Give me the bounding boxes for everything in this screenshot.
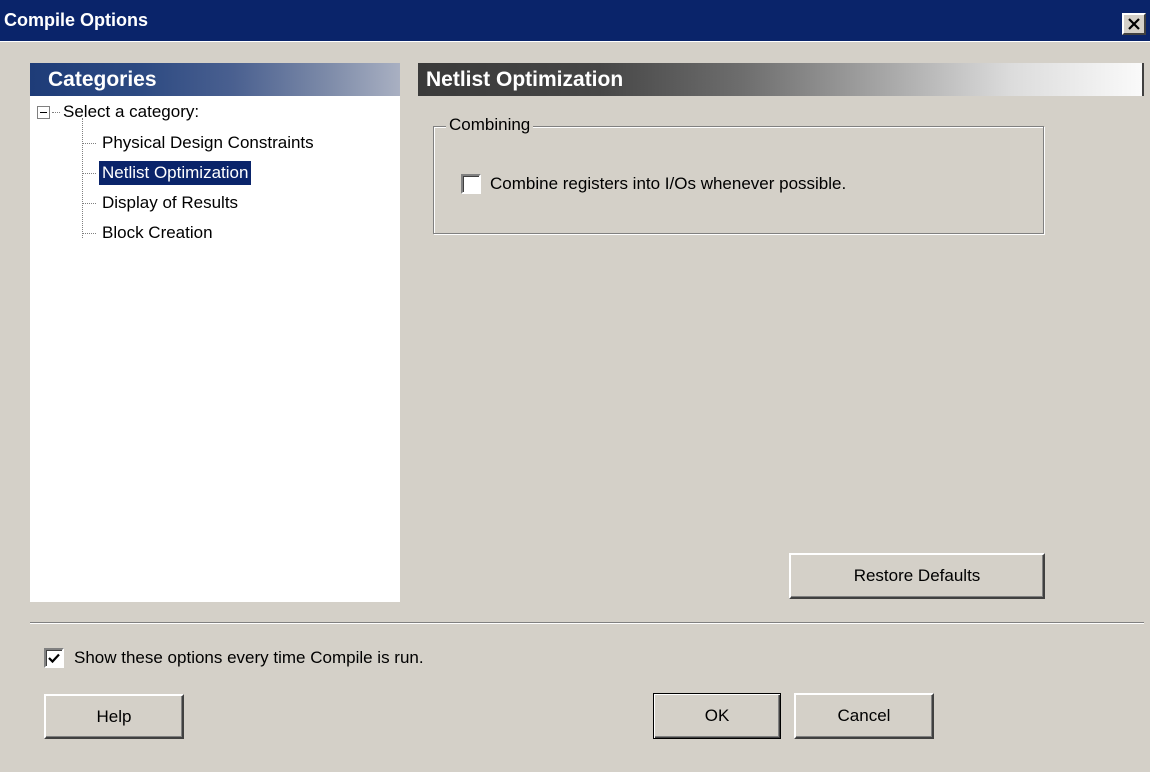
combine-registers-label: Combine registers into I/Os whenever pos… bbox=[490, 174, 847, 193]
tree-item-label: Display of Results bbox=[102, 193, 239, 212]
tree-item-physical-design-constraints[interactable]: Physical Design Constraints bbox=[82, 130, 317, 156]
help-button[interactable]: Help bbox=[44, 694, 184, 739]
tree-connector bbox=[52, 111, 60, 113]
tree-item-block-creation[interactable]: Block Creation bbox=[82, 220, 216, 246]
combine-registers-option[interactable]: Combine registers into I/Os whenever pos… bbox=[461, 174, 846, 194]
close-button[interactable] bbox=[1122, 13, 1146, 35]
category-tree[interactable]: Select a category: Physical Design Const… bbox=[30, 96, 400, 602]
collapse-icon[interactable] bbox=[37, 105, 50, 119]
group-label: Combining bbox=[446, 115, 534, 135]
tree-item-label: Physical Design Constraints bbox=[102, 133, 314, 152]
combining-group: Combining Combine registers into I/Os wh… bbox=[433, 115, 1044, 234]
cancel-button[interactable]: Cancel bbox=[794, 693, 934, 739]
tree-connector bbox=[82, 142, 96, 144]
show-options-checkbox[interactable] bbox=[44, 648, 64, 668]
tree-item-netlist-optimization[interactable]: Netlist Optimization bbox=[82, 160, 252, 186]
tree-connector bbox=[82, 202, 96, 204]
panel-header: Netlist Optimization bbox=[418, 63, 1144, 96]
close-icon bbox=[1127, 17, 1141, 31]
separator bbox=[30, 622, 1144, 624]
checkmark-icon bbox=[48, 653, 60, 663]
categories-header: Categories bbox=[30, 63, 400, 96]
tree-item-label: Netlist Optimization bbox=[99, 161, 252, 185]
restore-defaults-button[interactable]: Restore Defaults bbox=[789, 553, 1045, 599]
compile-options-dialog: Compile Options Categories Select a cate… bbox=[0, 0, 1150, 772]
combine-registers-checkbox[interactable] bbox=[461, 174, 481, 194]
window-title: Compile Options bbox=[4, 10, 148, 30]
tree-connector bbox=[82, 172, 96, 174]
tree-connector bbox=[82, 232, 96, 234]
tree-root[interactable]: Select a category: bbox=[37, 100, 199, 124]
ok-button[interactable]: OK bbox=[653, 693, 781, 739]
tree-item-display-of-results[interactable]: Display of Results bbox=[82, 190, 241, 216]
show-options-label: Show these options every time Compile is… bbox=[74, 648, 424, 667]
tree-root-label: Select a category: bbox=[63, 102, 200, 121]
title-bar[interactable]: Compile Options bbox=[0, 0, 1150, 42]
tree-item-label: Block Creation bbox=[102, 223, 213, 242]
show-options-option[interactable]: Show these options every time Compile is… bbox=[44, 648, 424, 668]
